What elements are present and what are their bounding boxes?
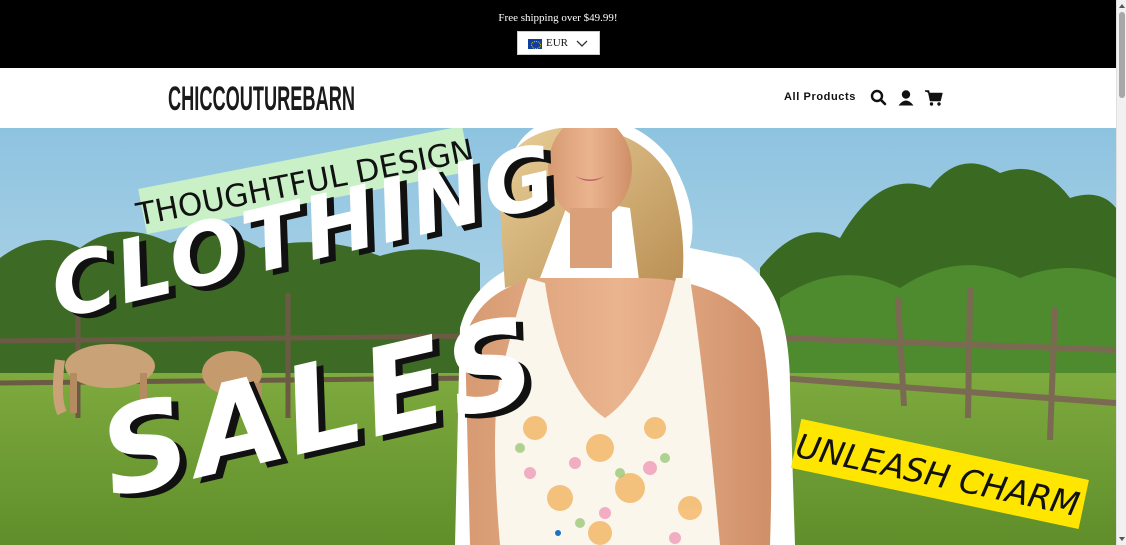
announcement-bar: Free shipping over $49.99! EUR	[0, 0, 1116, 68]
hero-image: THOUGHTFUL DESIGN CLOTHING CLOTHING SALE…	[0, 128, 1116, 545]
search-icon[interactable]	[869, 88, 889, 108]
scroll-thumb[interactable]	[1119, 12, 1125, 98]
chevron-down-icon	[576, 40, 588, 47]
slider-dot[interactable]	[555, 530, 561, 536]
nav-all-products[interactable]: All Products	[784, 91, 856, 103]
scroll-down-arrow-icon[interactable]	[1118, 535, 1126, 543]
eu-flag-icon	[528, 39, 542, 49]
account-icon[interactable]	[896, 88, 916, 108]
page-scrollbar[interactable]	[1116, 0, 1126, 545]
logo-text: CHICCOUTUREBARN	[168, 81, 355, 115]
logo[interactable]: CHICCOUTUREBARN	[168, 81, 358, 115]
hero-banner[interactable]: THOUGHTFUL DESIGN CLOTHING CLOTHING SALE…	[0, 128, 1116, 545]
free-shipping-text: Free shipping over $49.99!	[498, 12, 618, 24]
cart-icon[interactable]	[924, 88, 944, 108]
currency-selector[interactable]: EUR	[517, 31, 600, 55]
scroll-up-arrow-icon[interactable]	[1118, 2, 1126, 10]
currency-code: EUR	[546, 37, 568, 49]
